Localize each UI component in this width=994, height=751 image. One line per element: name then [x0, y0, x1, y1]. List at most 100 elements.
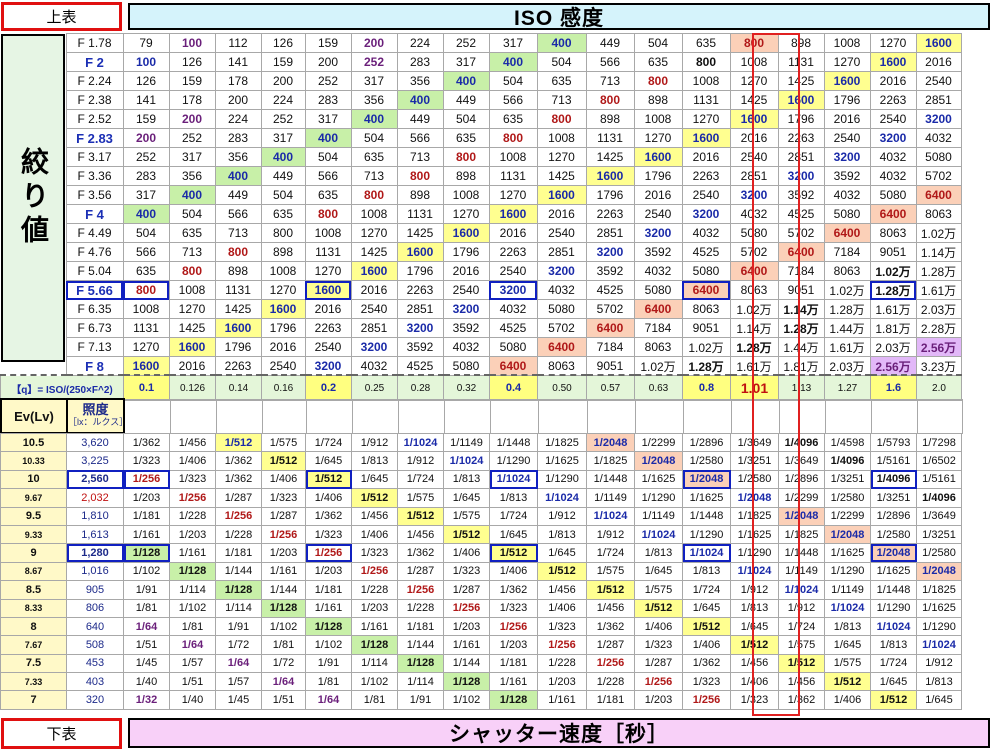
shutter-cell[interactable]: 1/256 [397, 580, 444, 600]
iso-cell[interactable]: 1270 [168, 299, 216, 319]
iso-cell[interactable]: 4032 [536, 280, 587, 300]
iso-cell[interactable]: 3592 [585, 261, 635, 281]
shutter-cell[interactable]: 1/72 [215, 635, 262, 655]
iso-cell[interactable]: 5702 [777, 223, 825, 243]
iso-cell[interactable]: 1600 [777, 90, 825, 110]
shutter-cell[interactable]: 1/2048 [586, 432, 635, 453]
lux-value[interactable]: 1,613 [66, 524, 124, 545]
iso-cell[interactable]: 713 [396, 147, 444, 167]
fstop-cell[interactable]: F 6.35 [65, 299, 124, 319]
shutter-cell[interactable]: 1/1149 [634, 506, 683, 526]
ev-value[interactable]: 9.67 [0, 488, 67, 508]
iso-cell[interactable]: 1600 [122, 356, 170, 376]
shutter-cell[interactable]: 1/128 [397, 653, 444, 674]
iso-cell[interactable]: 9051 [869, 242, 917, 262]
lux-value[interactable]: 403 [66, 672, 124, 692]
iso-cell[interactable]: 504 [304, 147, 352, 167]
shutter-cell[interactable]: 1/4096 [824, 451, 871, 471]
iso-cell[interactable]: 8063 [823, 261, 871, 281]
shutter-cell[interactable]: 1/575 [586, 561, 635, 582]
shutter-cell[interactable]: 1/114 [351, 653, 398, 674]
shutter-cell[interactable]: 1/3649 [916, 506, 962, 526]
shutter-cell[interactable]: 1/813 [443, 469, 490, 490]
fstop-cell[interactable]: F 4.76 [65, 242, 124, 262]
iso-cell[interactable]: 1600 [214, 318, 262, 338]
iso-cell[interactable]: 504 [442, 109, 490, 129]
iso-cell[interactable]: 2263 [777, 128, 825, 148]
iso-cell[interactable]: 1131 [214, 280, 262, 300]
iso-cell[interactable]: 635 [442, 128, 490, 148]
iso-cell[interactable]: 2263 [681, 166, 731, 186]
iso-cell[interactable]: 1270 [488, 185, 538, 205]
shutter-cell[interactable]: 1/161 [305, 598, 352, 618]
shutter-cell[interactable]: 1/813 [634, 543, 683, 563]
iso-cell[interactable]: 1600 [915, 33, 962, 53]
iso-cell[interactable]: 252 [168, 128, 216, 148]
shutter-cell[interactable]: 1/456 [778, 672, 825, 692]
iso-cell[interactable]: 2263 [585, 204, 635, 224]
shutter-cell[interactable]: 1/512 [682, 616, 731, 637]
shutter-cell[interactable]: 1/287 [261, 506, 306, 526]
iso-cell[interactable]: 2851 [777, 147, 825, 167]
iso-cell[interactable]: 2016 [442, 261, 490, 281]
iso-cell[interactable]: 1.02万 [729, 299, 779, 319]
fstop-cell[interactable]: F 2.38 [65, 90, 124, 110]
shutter-cell[interactable]: 1/256 [682, 690, 731, 710]
shutter-cell[interactable]: 1/51 [261, 690, 306, 710]
iso-cell[interactable]: 3200 [869, 128, 917, 148]
iso-cell[interactable]: 100 [168, 33, 216, 53]
shutter-cell[interactable]: 1/114 [397, 672, 444, 692]
iso-cell[interactable]: 2540 [633, 204, 683, 224]
shutter-cell[interactable]: 1/323 [682, 672, 731, 692]
shutter-cell[interactable]: 1/575 [634, 580, 683, 600]
shutter-cell[interactable]: 1/181 [397, 616, 444, 637]
iso-cell[interactable]: 2.03万 [869, 337, 917, 357]
iso-cell[interactable]: 5080 [442, 356, 490, 376]
iso-cell[interactable]: 200 [168, 109, 216, 129]
shutter-cell[interactable]: 1/813 [730, 598, 779, 618]
iso-cell[interactable]: 356 [214, 147, 262, 167]
iso-cell[interactable]: 2016 [260, 337, 306, 357]
iso-cell[interactable]: 5702 [729, 242, 779, 262]
iso-cell[interactable]: 2851 [915, 90, 962, 110]
shutter-cell[interactable]: 1/81 [169, 616, 216, 637]
iso-cell[interactable]: 1.28万 [869, 280, 917, 300]
iso-cell[interactable]: 4525 [396, 356, 444, 376]
iso-cell[interactable]: 1796 [633, 166, 683, 186]
iso-cell[interactable]: 5080 [915, 147, 962, 167]
iso-cell[interactable]: 713 [168, 242, 216, 262]
iso-cell[interactable]: 2016 [823, 109, 871, 129]
iso-cell[interactable]: 400 [122, 204, 170, 224]
lux-value[interactable]: 640 [66, 616, 124, 637]
shutter-cell[interactable]: 1/1024 [778, 580, 825, 600]
shutter-cell[interactable]: 1/4598 [824, 432, 871, 453]
iso-cell[interactable]: 800 [168, 261, 216, 281]
iso-cell[interactable]: 800 [681, 52, 731, 72]
iso-cell[interactable]: 1425 [777, 71, 825, 91]
shutter-cell[interactable]: 1/1625 [634, 469, 683, 490]
iso-cell[interactable]: 5080 [823, 204, 871, 224]
shutter-cell[interactable]: 1/813 [916, 672, 962, 692]
shutter-cell[interactable]: 1/287 [397, 561, 444, 582]
shutter-cell[interactable]: 1/2048 [778, 506, 825, 526]
ev-value[interactable]: 8.67 [0, 561, 67, 582]
shutter-cell[interactable]: 1/645 [537, 543, 587, 563]
fstop-cell[interactable]: F 7.13 [65, 337, 124, 357]
iso-cell[interactable]: 2540 [442, 280, 490, 300]
shutter-cell[interactable]: 1/912 [730, 580, 779, 600]
shutter-cell[interactable]: 1/161 [489, 672, 538, 692]
shutter-cell[interactable]: 1/64 [123, 616, 170, 637]
iso-cell[interactable]: 3200 [350, 337, 398, 357]
iso-cell[interactable]: 1796 [777, 109, 825, 129]
iso-cell[interactable]: 635 [168, 223, 216, 243]
iso-cell[interactable]: 898 [396, 185, 444, 205]
iso-cell[interactable]: 1008 [536, 128, 587, 148]
ev-value[interactable]: 8.33 [0, 598, 67, 618]
iso-cell[interactable]: 1796 [214, 337, 262, 357]
iso-cell[interactable]: 2016 [168, 356, 216, 376]
shutter-cell[interactable]: 1/91 [305, 653, 352, 674]
iso-cell[interactable]: 1008 [729, 52, 779, 72]
ev-value[interactable]: 7.5 [0, 653, 67, 674]
iso-cell[interactable]: 1008 [681, 71, 731, 91]
shutter-cell[interactable]: 1/645 [682, 598, 731, 618]
